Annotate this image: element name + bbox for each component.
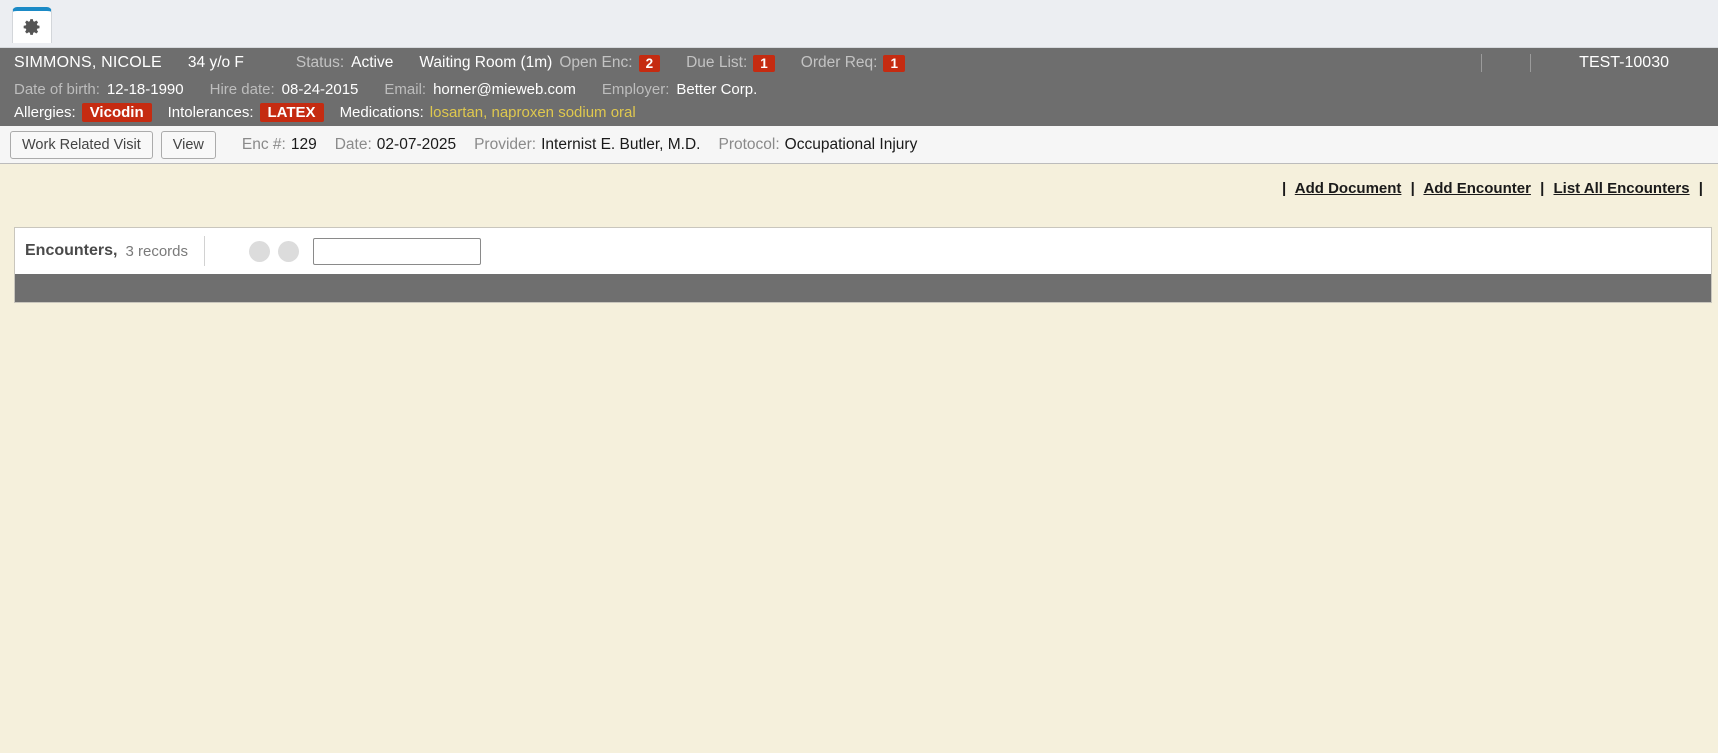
undo-icon[interactable] [219, 240, 241, 262]
collapse-chevron-down-icon[interactable] [1665, 240, 1687, 262]
divider [204, 236, 205, 266]
perspective-select[interactable] [313, 238, 481, 265]
due-list-badge[interactable]: 1 [753, 55, 775, 72]
tab-settings-button[interactable] [12, 7, 52, 43]
tab-bar [0, 0, 1718, 48]
open-enc-label: Open Enc: [559, 54, 632, 72]
add-encounter-link[interactable]: Add Encounter [1423, 180, 1531, 197]
waiting-room: Waiting Room (1m) [419, 54, 552, 72]
dob-value: 12-18-1990 [107, 81, 184, 98]
hire-date-value: 08-24-2015 [282, 81, 359, 98]
view-button[interactable]: View [161, 131, 216, 159]
allergy-badge[interactable]: Vicodin [82, 103, 152, 122]
divider [1481, 54, 1482, 72]
status-label: Status: [296, 54, 344, 72]
table-header-row [15, 274, 1711, 302]
pipe-separator: | [1699, 180, 1703, 197]
order-req-badge[interactable]: 1 [883, 55, 905, 72]
demographics-bar: Date of birth: 12-18-1990 Hire date: 08-… [0, 78, 1718, 102]
add-document-link[interactable]: Add Document [1295, 180, 1402, 197]
allergies-bar: Allergies: Vicodin Intolerances: LATEX M… [0, 102, 1718, 126]
new-document-icon[interactable] [1542, 240, 1564, 262]
add-user-icon[interactable] [1495, 52, 1517, 74]
grid-toolbar: Encounters, 3 records [15, 228, 1711, 274]
provider-value: Internist E. Butler, M.D. [541, 136, 700, 154]
email-label: Email: [384, 81, 426, 98]
flowsheet-chart-icon[interactable] [1682, 52, 1704, 74]
refresh-icon[interactable] [1583, 240, 1605, 262]
patient-id: TEST-10030 [1579, 54, 1669, 72]
email-value: horner@mieweb.com [433, 81, 576, 98]
grid-title: Encounters, [21, 240, 121, 262]
divider [1530, 54, 1531, 72]
list-all-encounters-link[interactable]: List All Encounters [1553, 180, 1689, 197]
patient-name: SIMMONS, NICOLE [14, 54, 162, 72]
intolerance-badge[interactable]: LATEX [260, 103, 324, 122]
gears-icon [22, 17, 42, 37]
medications-label: Medications: [340, 104, 424, 121]
due-list-label: Due List: [686, 54, 747, 72]
delete-perspective-trash-icon[interactable] [531, 240, 553, 262]
allergies-label: Allergies: [14, 104, 76, 121]
patient-header-bar: SIMMONS, NICOLE 34 y/o F Status: Active … [0, 48, 1718, 78]
video-camera-icon[interactable] [1446, 52, 1468, 74]
status-value: Active [351, 54, 393, 72]
edit-perspective-pencil-icon[interactable] [497, 240, 519, 262]
enc-number-label: Enc #: [242, 136, 286, 154]
pipe-separator: | [1282, 180, 1286, 197]
hire-date-label: Hire date: [210, 81, 275, 98]
pipe-separator: | [1540, 180, 1544, 197]
open-enc-badge[interactable]: 2 [639, 55, 661, 72]
protocol-label: Protocol: [718, 136, 779, 154]
order-req-label: Order Req: [801, 54, 878, 72]
employer-label: Employer: [602, 81, 670, 98]
encounter-bar: Work Related Visit View Enc #: 129 Date:… [0, 126, 1718, 164]
encounters-panel: Encounters, 3 records [14, 227, 1712, 303]
lightning-icon[interactable] [1544, 52, 1566, 74]
employer-value: Better Corp. [676, 81, 757, 98]
enc-date-label: Date: [335, 136, 372, 154]
provider-label: Provider: [474, 136, 536, 154]
protocol-value: Occupational Injury [785, 136, 918, 154]
enc-date-value: 02-07-2025 [377, 136, 456, 154]
intolerances-label: Intolerances: [168, 104, 254, 121]
next-page-button[interactable] [278, 241, 299, 262]
grid-record-count: 3 records [125, 243, 188, 260]
patient-age-sex: 34 y/o F [188, 54, 244, 72]
previous-page-button[interactable] [249, 241, 270, 262]
dob-label: Date of birth: [14, 81, 100, 98]
lock-perspective-icon[interactable] [565, 240, 587, 262]
work-related-visit-button[interactable]: Work Related Visit [10, 131, 153, 159]
grid-settings-gear-icon[interactable] [1624, 240, 1646, 262]
pipe-separator: | [1411, 180, 1415, 197]
medications-value[interactable]: losartan, naproxen sodium oral [430, 104, 636, 121]
enc-number-value: 129 [291, 136, 317, 154]
action-links-row: | Add Document | Add Encounter | List Al… [0, 164, 1718, 197]
